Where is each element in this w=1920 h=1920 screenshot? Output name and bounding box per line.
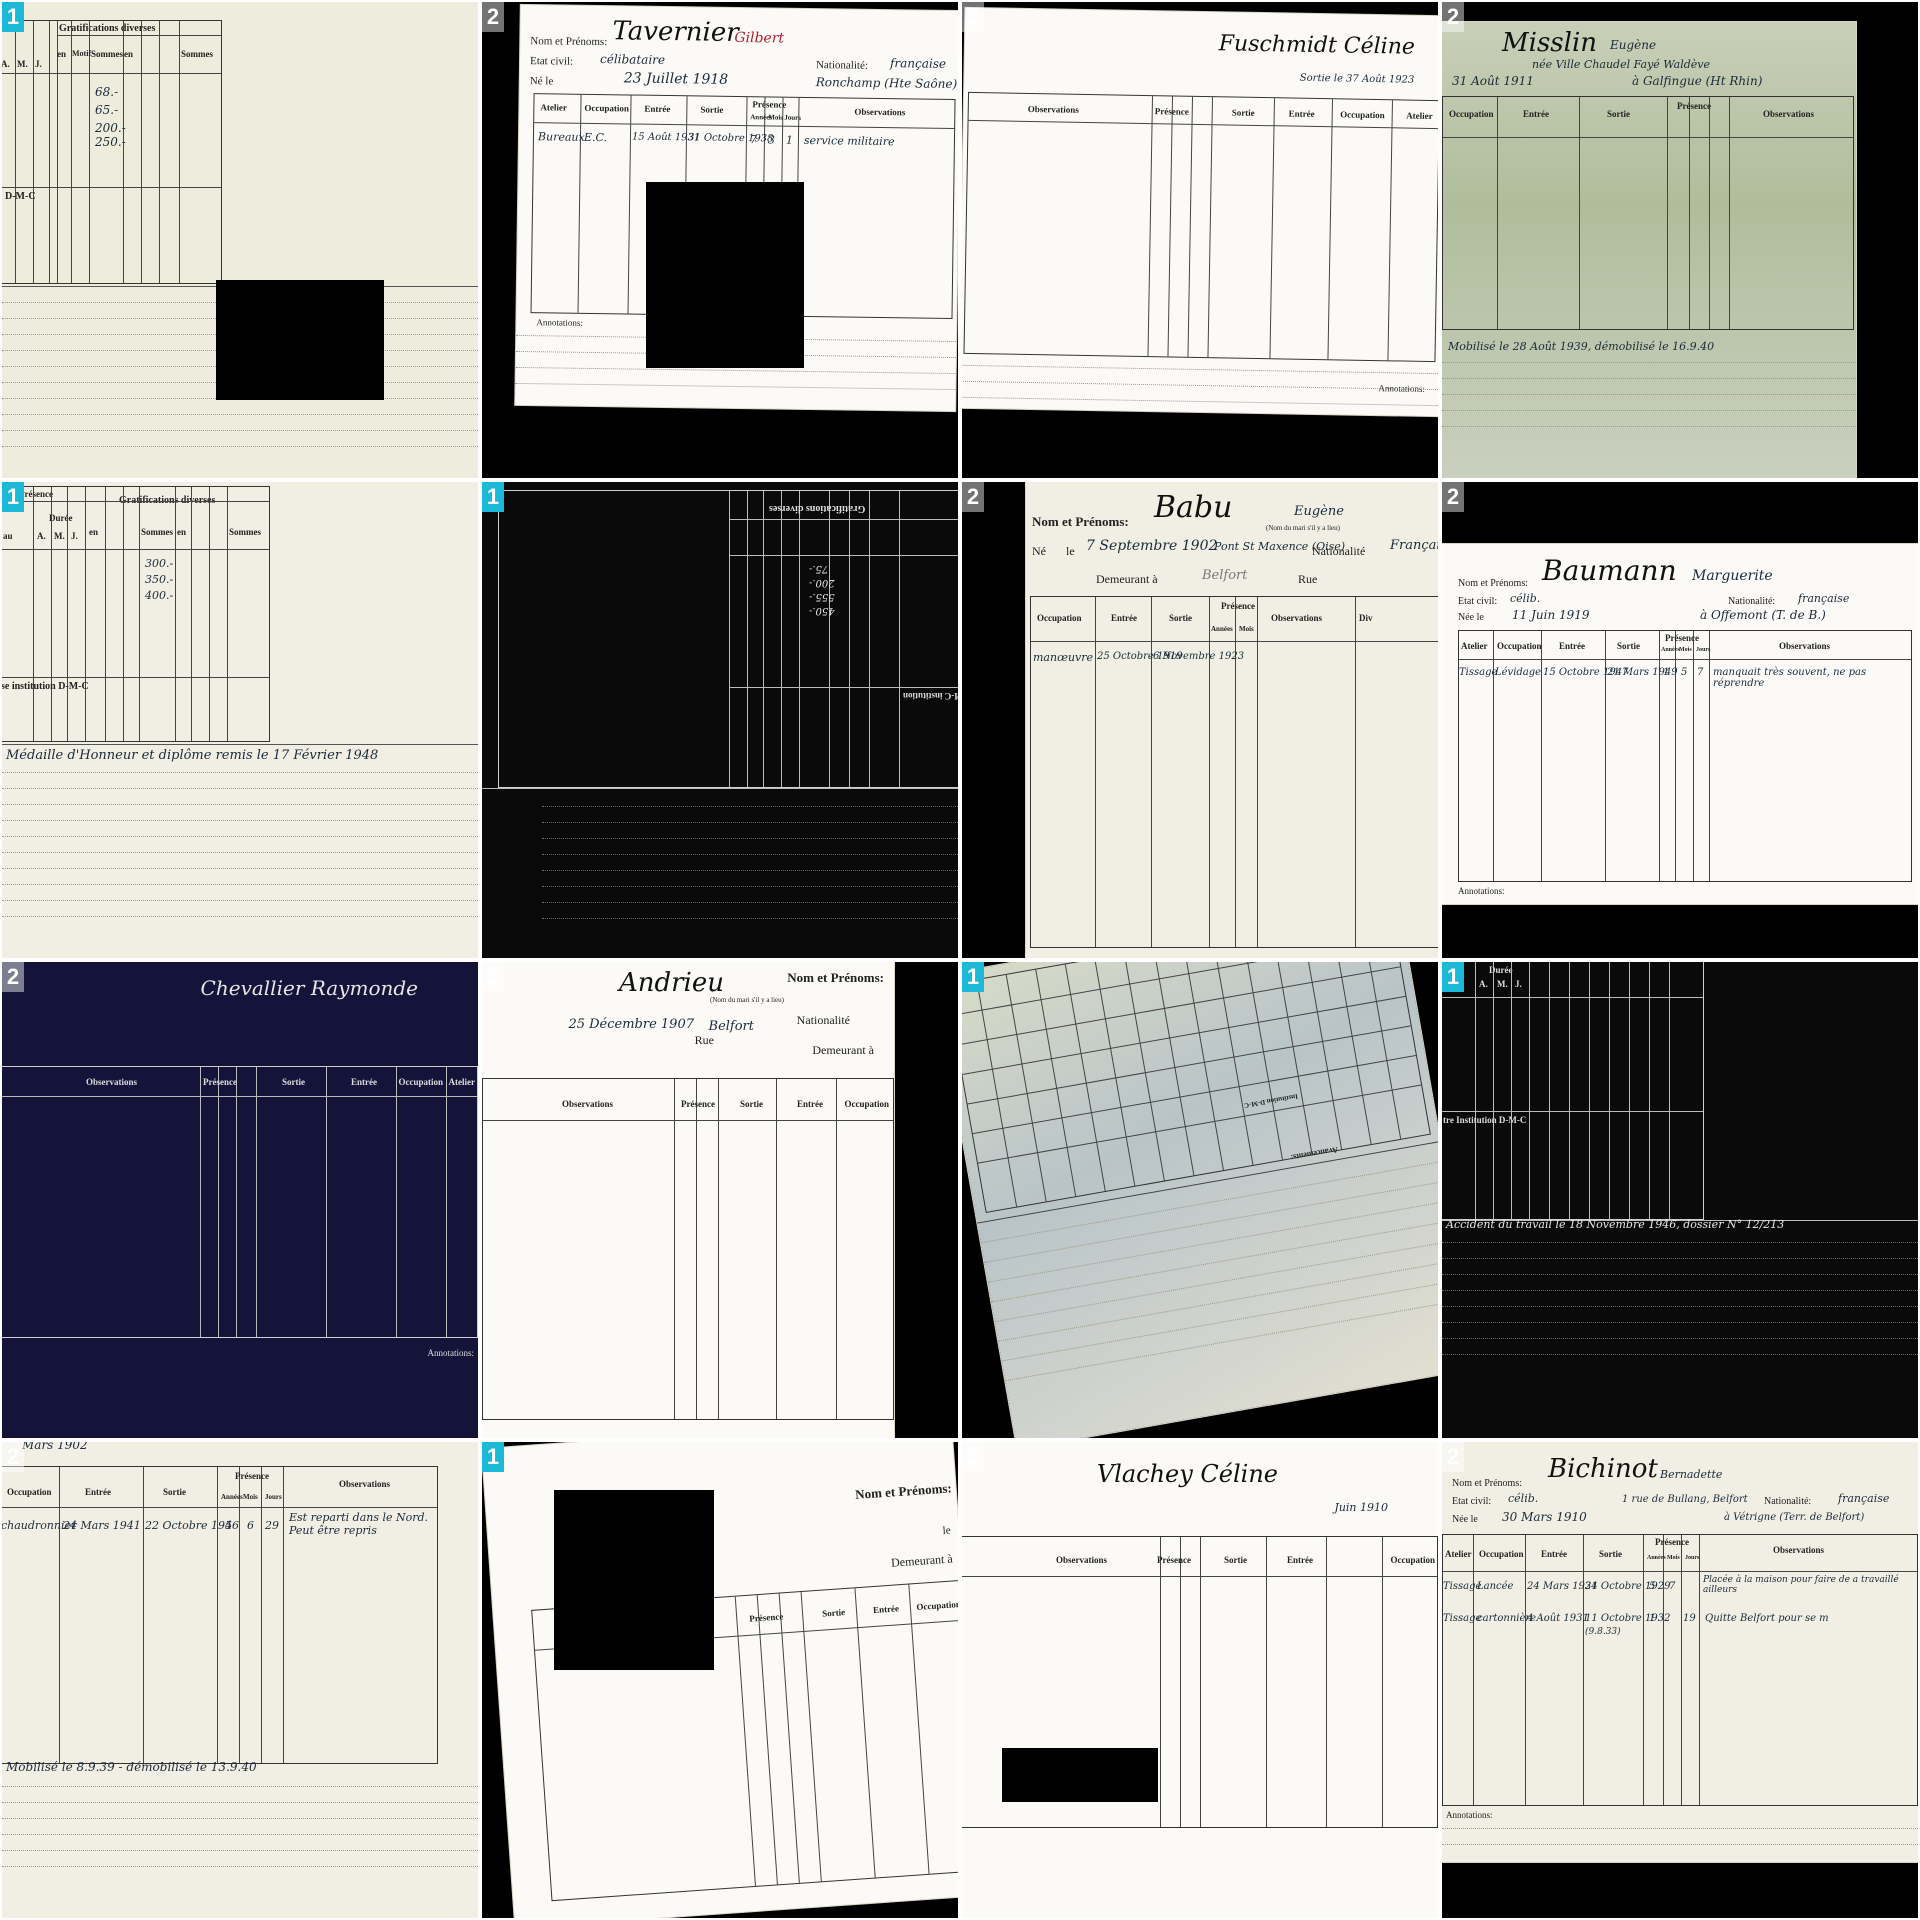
badge: 2 — [962, 2, 984, 32]
badge: 2 — [1442, 482, 1464, 512]
presence-table: Présence Durée Gratifications diverses a… — [2, 486, 270, 742]
record-card: Nom et Prénoms: Andrieu (Nom du mari s'i… — [482, 962, 894, 1438]
record-card: Nom et Prénoms: Baumann Marguerite Etat … — [1442, 544, 1918, 904]
tile-3[interactable]: 2 Fuschmidt Céline Sortie le 37 Août 192… — [962, 2, 1438, 478]
badge: 2 — [962, 482, 984, 512]
employment-table: Atelier Occupation Entrée Sortie Présenc… — [1442, 1534, 1918, 1806]
record-card: Vlachey Céline Juin 1910 Observations Pr… — [962, 1442, 1438, 1918]
redaction-box — [216, 280, 384, 400]
badge: 2 — [482, 962, 504, 992]
record-card: Fuschmidt Céline Sortie le 37 Août 1923 … — [962, 7, 1438, 417]
surname: Misslin — [1502, 28, 1597, 58]
employment-table: Atelier Occupation Entrée Sortie Présenc… — [1458, 630, 1912, 882]
record-card: Misslin Eugène née Ville Chaudel Fayé Wa… — [1442, 22, 1856, 478]
given-name: Eugène — [1610, 38, 1657, 52]
given-name: Marguerite — [1692, 568, 1773, 584]
record-card: Nom et Prénoms: Bichinot Bernadette Etat… — [1442, 1442, 1918, 1862]
tile-2[interactable]: 2 Nom et Prénoms: Tavernier Gilbert Etat… — [482, 2, 958, 478]
tile-14[interactable]: 1 Nom et Prénoms: le Demeurant à Présenc… — [482, 1442, 958, 1918]
record-card: Présence Durée Gratifications diverses a… — [2, 482, 478, 958]
employment-table: Occupation Entrée Sortie Présence Observ… — [1442, 96, 1854, 330]
given-name: Gilbert — [734, 29, 785, 47]
redaction-box — [554, 1490, 714, 1670]
tile-1[interactable]: 1 Gratifications diverses A. M. J. en Mo… — [2, 2, 478, 478]
given-name: Eugène — [1294, 504, 1344, 519]
badge: 2 — [2, 1442, 24, 1472]
badge: 1 — [962, 962, 984, 992]
surname: Babu — [1154, 490, 1233, 525]
card-mosaic: 1 Gratifications diverses A. M. J. en Mo… — [0, 0, 1920, 1920]
gratifications-table: Gratifications diverses 75.- 200.- 555.-… — [498, 490, 958, 788]
tile-12[interactable]: 1 Durée A. M. J. tre Institution D-M-C A… — [1442, 962, 1918, 1438]
employment-table: Occupation Entrée Sortie Présence Années… — [1030, 596, 1438, 948]
tile-13[interactable]: 2 Mars 1902 Occupation Entrée Sortie Pré… — [2, 1442, 478, 1918]
tile-9[interactable]: 2 Chevallier Raymonde Observations Prése… — [2, 962, 478, 1438]
surname: Bichinot — [1548, 1454, 1658, 1484]
employment-table: Observations Présence Sortie Entrée Occu… — [482, 1078, 894, 1420]
employment-table: Observations Présence Sortie Entrée Occu… — [963, 91, 1438, 363]
tile-8[interactable]: 2 Nom et Prénoms: Baumann Marguerite Eta… — [1442, 482, 1918, 958]
badge: 2 — [2, 962, 24, 992]
surname: Andrieu — [618, 968, 724, 998]
badge: 1 — [2, 2, 24, 32]
badge: 1 — [2, 482, 24, 512]
surname: Tavernier — [612, 16, 739, 48]
badge: 2 — [1442, 1442, 1464, 1472]
record-card: Durée A. M. J. tre Institution D-M-C Acc… — [1442, 962, 1918, 1438]
tile-10[interactable]: 2 Nom et Prénoms: Andrieu (Nom du mari s… — [482, 962, 958, 1438]
tile-4[interactable]: 2 Misslin Eugène née Ville Chaudel Fayé … — [1442, 2, 1918, 478]
badge: 1 — [482, 1442, 504, 1472]
given-name: Bernadette — [1660, 1468, 1723, 1481]
record-card: Gratifications diverses A. M. J. en Moti… — [2, 2, 478, 478]
surname: Baumann — [1542, 554, 1677, 587]
badge: 1 — [1442, 962, 1464, 992]
gratifications-table: Gratifications diverses A. M. J. en Moti… — [2, 20, 222, 284]
tile-6[interactable]: 1 Gratifications diverses 75.- 200.- 555… — [482, 482, 958, 958]
record-card: Institution D-M-C Avancements: — [962, 962, 1438, 1438]
record-card: Gratifications diverses 75.- 200.- 555.-… — [482, 482, 958, 958]
record-card: Chevallier Raymonde Observations Présenc… — [2, 962, 478, 1438]
badge: 1 — [482, 482, 504, 512]
presence-table: Durée A. M. J. tre Institution D-M-C — [1442, 962, 1704, 1220]
dmc-label: D-M-C — [5, 191, 36, 202]
surname: Fuschmidt Céline — [1218, 31, 1416, 60]
redaction-box — [646, 182, 804, 368]
employment-table: Observations Présence Sortie Entrée Occu… — [2, 1066, 478, 1338]
record-card: Mars 1902 Occupation Entrée Sortie Prése… — [2, 1442, 478, 1918]
tile-15[interactable]: 2 Vlachey Céline Juin 1910 Observations … — [962, 1442, 1438, 1918]
employment-table: Occupation Entrée Sortie Présence Années… — [2, 1466, 438, 1764]
badge: 2 — [1442, 2, 1464, 32]
tile-11[interactable]: 1 Institution D-M-C Avancements: — [962, 962, 1438, 1438]
surname: Vlachey Céline — [1096, 1460, 1278, 1488]
tile-5[interactable]: 1 Présence Durée Gratifications diverses… — [2, 482, 478, 958]
tile-7[interactable]: 2 Nom et Prénoms: Babu Eugène (Nom du ma… — [962, 482, 1438, 958]
record-card: Nom et Prénoms: Babu Eugène (Nom du mari… — [1026, 482, 1438, 958]
badge: 2 — [482, 2, 504, 32]
badge: 2 — [962, 1442, 984, 1472]
tile-16[interactable]: 2 Nom et Prénoms: Bichinot Bernadette Et… — [1442, 1442, 1918, 1918]
surname: Chevallier Raymonde — [200, 976, 418, 1000]
redaction-box — [1002, 1748, 1158, 1802]
